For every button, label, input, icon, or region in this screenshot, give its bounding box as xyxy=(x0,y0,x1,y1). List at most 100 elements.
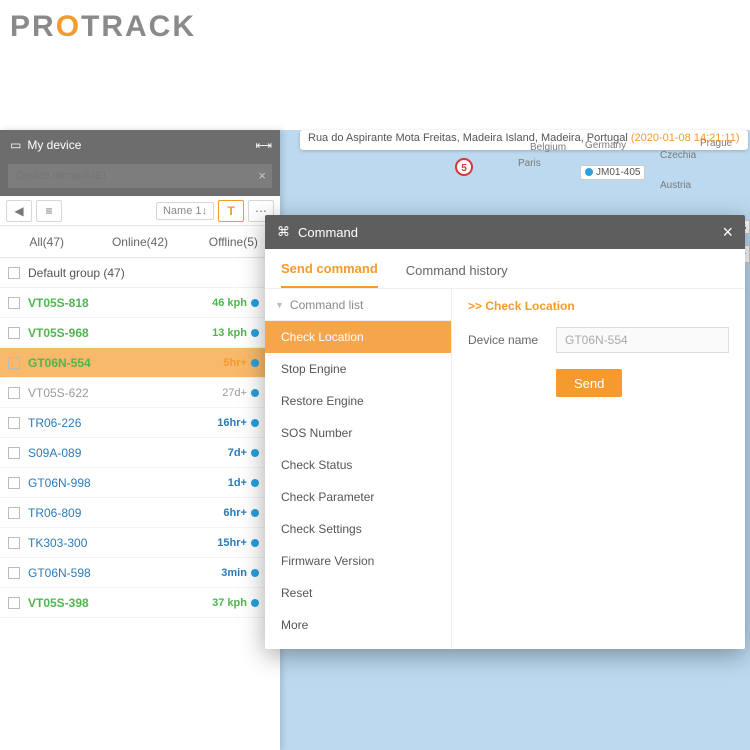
command-item[interactable]: Firmware Version xyxy=(265,545,451,577)
device-row[interactable]: VT05S-96813 kph ▸ xyxy=(0,318,280,348)
map-cluster-marker[interactable]: 5 xyxy=(455,158,473,176)
map-place-label: Paris xyxy=(518,158,541,169)
command-item[interactable]: Restore Engine xyxy=(265,385,451,417)
command-item[interactable]: Reset xyxy=(265,577,451,609)
chevron-down-icon: ▼ xyxy=(275,300,284,310)
device-status: 16hr+ ▸ xyxy=(217,417,272,429)
device-checkbox[interactable] xyxy=(8,567,20,579)
command-item[interactable]: More xyxy=(265,609,451,641)
device-status: 15hr+ ▸ xyxy=(217,537,272,549)
laptop-icon: ▭ xyxy=(10,138,21,152)
brand-logo: PROTRACK xyxy=(10,10,196,44)
map-device-label[interactable]: JM01-405 xyxy=(580,165,645,180)
list-icon[interactable]: ≡ xyxy=(36,200,62,222)
device-checkbox[interactable] xyxy=(8,357,20,369)
map-place-label: Prague xyxy=(700,138,732,149)
device-row[interactable]: GT06N-5545hr+ ▸ xyxy=(0,348,280,378)
status-dot-icon xyxy=(251,599,259,607)
device-checkbox[interactable] xyxy=(8,597,20,609)
tab-send-command[interactable]: Send command xyxy=(281,261,378,288)
device-row[interactable]: VT05S-62227d+ ▸ xyxy=(0,378,280,408)
device-toolbar: ◀ ≡ Name 1↓ T ⋯ xyxy=(0,196,280,226)
device-name: S09A-089 xyxy=(28,446,228,460)
status-dot-icon xyxy=(251,569,259,577)
command-item[interactable]: SOS Number xyxy=(265,417,451,449)
device-list: VT05S-81846 kph ▸VT05S-96813 kph ▸GT06N-… xyxy=(0,288,280,750)
device-checkbox[interactable] xyxy=(8,507,20,519)
device-name: VT05S-818 xyxy=(28,296,212,310)
t-toggle[interactable]: T xyxy=(218,200,244,222)
device-panel-header: ▭ My device ⇤⇥ xyxy=(0,130,280,160)
device-search: × xyxy=(0,160,280,196)
command-modal-header: ⌘ Command × xyxy=(265,215,745,249)
status-dot-icon xyxy=(251,509,259,517)
device-name: TR06-226 xyxy=(28,416,217,430)
device-checkbox[interactable] xyxy=(8,537,20,549)
back-icon[interactable]: ◀ xyxy=(6,200,32,222)
device-checkbox[interactable] xyxy=(8,327,20,339)
device-checkbox[interactable] xyxy=(8,297,20,309)
device-name: GT06N-554 xyxy=(28,356,223,370)
device-row[interactable]: TK303-30015hr+ ▸ xyxy=(0,528,280,558)
sort-button[interactable]: Name 1↓ xyxy=(156,202,214,220)
command-modal: ⌘ Command × Send command Command history… xyxy=(265,215,745,649)
tab-online[interactable]: Online(42) xyxy=(93,226,186,257)
device-row[interactable]: GT06N-5983min ▸ xyxy=(0,558,280,588)
send-button[interactable]: Send xyxy=(556,369,622,397)
clear-search-icon[interactable]: × xyxy=(258,168,266,183)
tab-command-history[interactable]: Command history xyxy=(406,263,508,288)
device-status: 46 kph ▸ xyxy=(212,297,272,309)
command-modal-title: Command xyxy=(298,225,358,240)
device-panel-title: My device xyxy=(27,138,81,152)
device-row[interactable]: VT05S-39837 kph ▸ xyxy=(0,588,280,618)
command-icon: ⌘ xyxy=(277,224,290,240)
device-status: 37 kph ▸ xyxy=(212,597,272,609)
command-item[interactable]: Stop Engine xyxy=(265,353,451,385)
app: Rua do Aspirante Mota Freitas, Madeira I… xyxy=(0,130,750,750)
device-checkbox[interactable] xyxy=(8,417,20,429)
map-place-label: Belgium xyxy=(530,142,566,153)
map-place-label: Germany xyxy=(585,140,626,151)
device-name: GT06N-998 xyxy=(28,476,228,490)
status-dot-icon xyxy=(251,539,259,547)
status-dot-icon xyxy=(251,419,259,427)
collapse-icon[interactable]: ⇤⇥ xyxy=(256,139,270,152)
device-filter-tabs: All(47) Online(42) Offline(5) xyxy=(0,226,280,258)
map-place-label: Czechia xyxy=(660,150,696,161)
status-dot-icon xyxy=(251,479,259,487)
device-name: GT06N-598 xyxy=(28,566,221,580)
device-row[interactable]: TR06-22616hr+ ▸ xyxy=(0,408,280,438)
device-row[interactable]: S09A-0897d+ ▸ xyxy=(0,438,280,468)
device-name: TK303-300 xyxy=(28,536,217,550)
device-row[interactable]: VT05S-81846 kph ▸ xyxy=(0,288,280,318)
device-row[interactable]: GT06N-9981d+ ▸ xyxy=(0,468,280,498)
command-detail: >> Check Location Device name Send xyxy=(452,289,745,649)
command-item[interactable]: Check Status xyxy=(265,449,451,481)
tab-all[interactable]: All(47) xyxy=(0,226,93,257)
command-item[interactable]: Check Parameter xyxy=(265,481,451,513)
device-search-input[interactable] xyxy=(8,164,272,188)
device-checkbox[interactable] xyxy=(8,447,20,459)
group-checkbox[interactable] xyxy=(8,267,20,279)
device-name-field[interactable] xyxy=(556,327,729,353)
command-item[interactable]: Check Location xyxy=(265,321,451,353)
device-name: VT05S-398 xyxy=(28,596,212,610)
device-row[interactable]: TR06-8096hr+ ▸ xyxy=(0,498,280,528)
device-status: 13 kph ▸ xyxy=(212,327,272,339)
command-item[interactable]: Check Settings xyxy=(265,513,451,545)
device-name: VT05S-622 xyxy=(28,386,222,400)
map-address-bar: Rua do Aspirante Mota Freitas, Madeira I… xyxy=(300,130,748,150)
device-checkbox[interactable] xyxy=(8,387,20,399)
command-list-header[interactable]: ▼ Command list xyxy=(265,289,451,321)
device-name: VT05S-968 xyxy=(28,326,212,340)
status-dot-icon xyxy=(251,299,259,307)
map-place-label: Austria xyxy=(660,180,691,191)
close-icon[interactable]: × xyxy=(722,222,733,243)
device-name: TR06-809 xyxy=(28,506,223,520)
device-name-label: Device name xyxy=(468,333,546,347)
breadcrumb: >> Check Location xyxy=(468,299,729,313)
device-group-header[interactable]: Default group (47) ▾ xyxy=(0,258,280,288)
command-list: ▼ Command list Check LocationStop Engine… xyxy=(265,289,452,649)
command-tabs: Send command Command history xyxy=(265,249,745,289)
device-checkbox[interactable] xyxy=(8,477,20,489)
